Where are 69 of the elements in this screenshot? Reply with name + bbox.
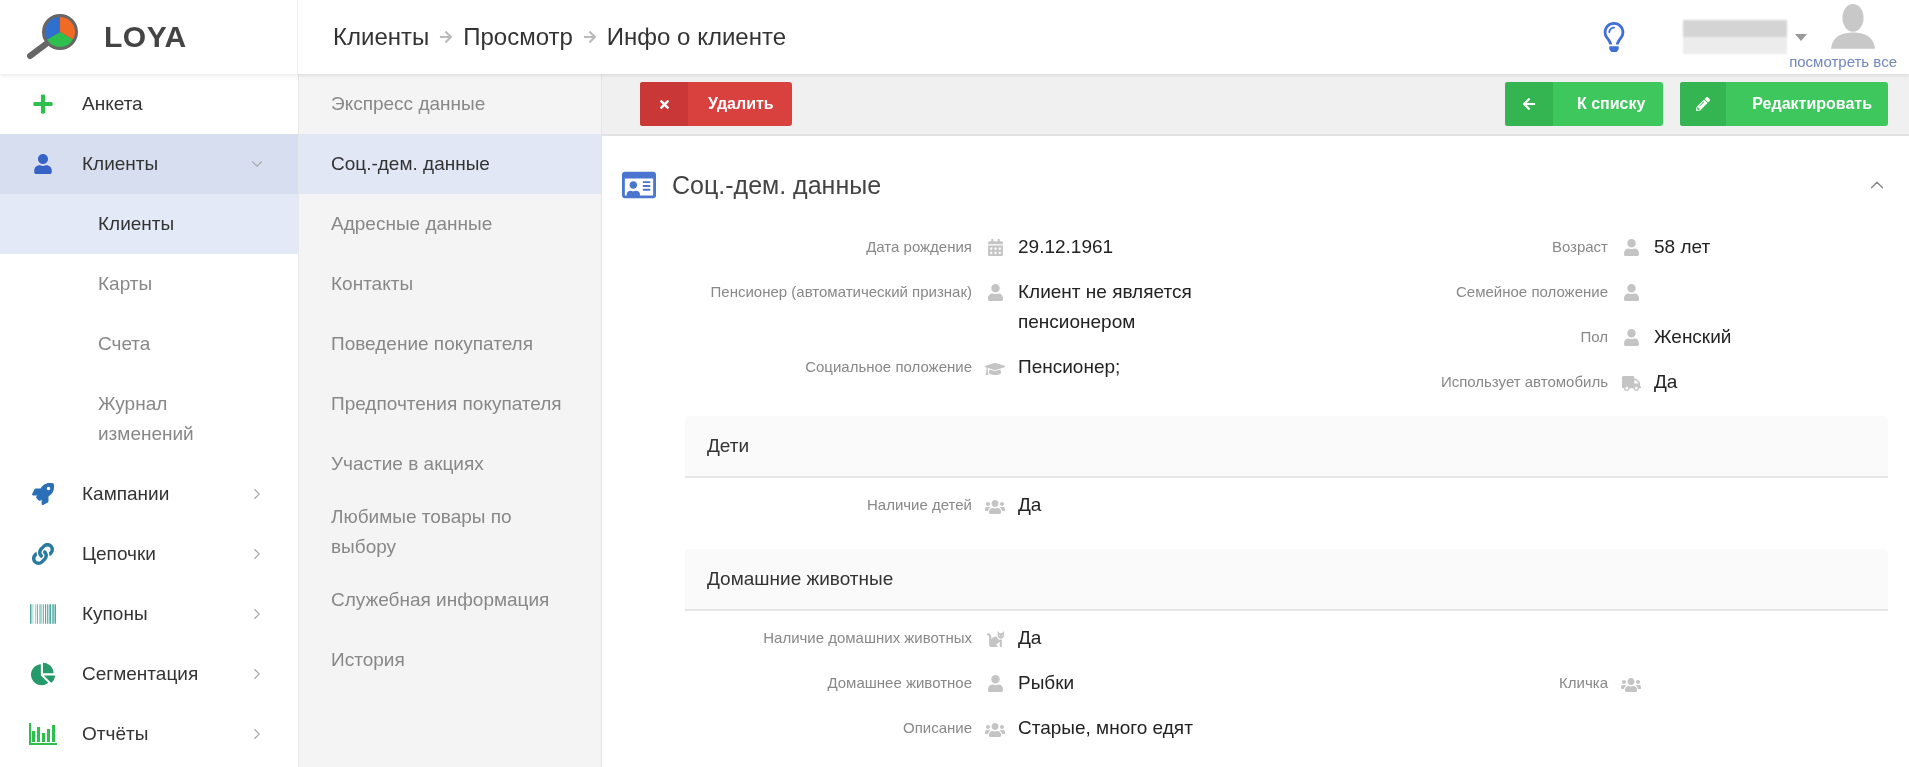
- section-nav-item[interactable]: История: [299, 630, 601, 690]
- arrow-right-icon: [582, 30, 597, 44]
- caret-icon[interactable]: [1795, 33, 1807, 41]
- link-icon: [32, 543, 54, 565]
- calendar-icon: [986, 239, 1004, 256]
- field-value: Рыбки: [1018, 671, 1076, 695]
- section-nav-item[interactable]: Любимые товары по выбору: [299, 494, 601, 570]
- field-value: Женский: [1654, 325, 1733, 349]
- avatar-silhouette[interactable]: [1831, 3, 1875, 49]
- sidebar-item[interactable]: Клиенты: [0, 134, 298, 194]
- field-label: Использует автомобиль: [1439, 372, 1608, 392]
- rocket-icon: [32, 483, 54, 505]
- section-nav-item[interactable]: Экспресс данные: [299, 74, 601, 134]
- field-label: Возраст: [1550, 237, 1608, 257]
- user-icon: [33, 154, 53, 174]
- section-title: Соц.-дем. данные: [672, 170, 883, 200]
- field-value: 29.12.1961: [1018, 235, 1115, 259]
- field-label: Наличие детей: [865, 495, 972, 515]
- field-label: Описание: [901, 718, 972, 738]
- delete-button[interactable]: Удалить: [640, 82, 792, 126]
- close-icon: [657, 97, 671, 111]
- group-title: Домашние животные: [707, 568, 894, 590]
- plus-icon: [32, 93, 54, 115]
- section-nav-item[interactable]: Адресные данные: [299, 194, 601, 254]
- field-label: Пенсионер (автоматический признак): [709, 282, 972, 302]
- field-value: Да: [1018, 626, 1043, 650]
- field-label: Семейное положение: [1455, 282, 1608, 302]
- user-icon: [1622, 284, 1640, 301]
- field-label: Пол: [1579, 327, 1608, 347]
- breadcrumb-item: Инфо о клиенте: [606, 23, 786, 51]
- edit-button[interactable]: Редактировать: [1680, 82, 1888, 126]
- field-label: Дата рождения: [865, 237, 972, 257]
- field-value: Да: [1018, 493, 1043, 517]
- field-value: Пенсионер;: [1018, 355, 1122, 379]
- section-nav-item[interactable]: Участие в акциях: [299, 434, 601, 494]
- breadcrumb-item[interactable]: Просмотр: [463, 23, 573, 51]
- bar-chart-icon: [29, 723, 57, 745]
- users-icon: [1621, 675, 1641, 695]
- user-icon: [986, 284, 1004, 301]
- group-title: Дети: [707, 435, 750, 457]
- field-value: Клиент не является пенсионером: [1018, 280, 1193, 334]
- field-label: Кличка: [1558, 673, 1608, 693]
- arrow-left-icon: [1521, 97, 1536, 111]
- logo-text: LOYA: [104, 20, 187, 54]
- barcode-icon: [30, 601, 56, 627]
- user-icon: [1622, 239, 1640, 256]
- user-icon: [1622, 329, 1640, 346]
- section-nav-item[interactable]: Поведение покупателя: [299, 314, 601, 374]
- users-icon: [985, 497, 1005, 517]
- field-value: 58 лет: [1654, 235, 1712, 259]
- pie-chart-icon: [31, 662, 55, 686]
- back-to-list-button[interactable]: К списку: [1504, 82, 1664, 126]
- users-icon: [985, 720, 1005, 740]
- section-nav-item[interactable]: Соц.-дем. данные: [299, 134, 601, 194]
- section-nav-item[interactable]: Предпочтения покупателя: [299, 374, 601, 434]
- truck-icon: [1621, 374, 1641, 393]
- field-label: Социальное положение: [804, 357, 972, 377]
- arrow-right-icon: [439, 30, 454, 44]
- field-label: Домашнее животное: [826, 673, 972, 693]
- section-nav-item[interactable]: Контакты: [299, 254, 601, 314]
- pencil-icon: [1696, 97, 1711, 111]
- field-value: Да: [1654, 370, 1679, 394]
- sidebar-subitem[interactable]: Клиенты: [0, 194, 298, 254]
- field-value: Старые, много едят: [1018, 716, 1194, 740]
- breadcrumb-item[interactable]: Клиенты: [333, 23, 430, 51]
- section-nav-item[interactable]: Служебная информация: [299, 570, 601, 630]
- field-label: Наличие домашних животных: [762, 628, 972, 648]
- user-icon: [986, 675, 1004, 692]
- cat-icon: [986, 630, 1004, 647]
